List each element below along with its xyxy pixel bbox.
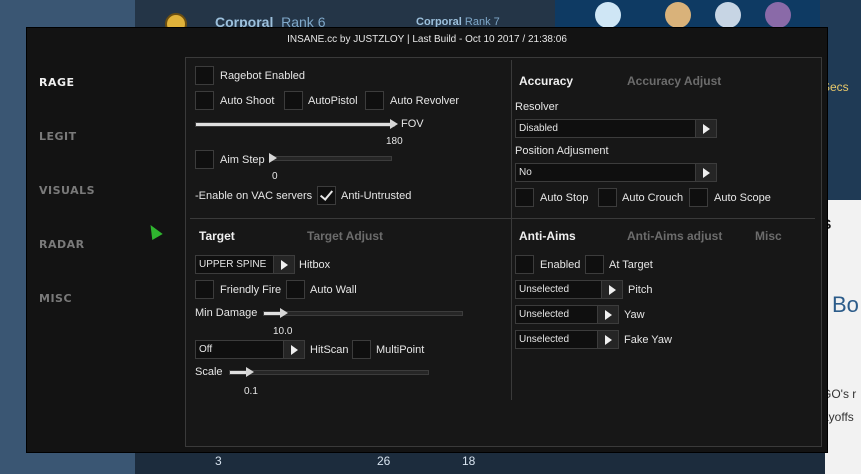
auto-crouch-label: Auto Crouch (622, 192, 684, 204)
scale-slider[interactable] (229, 367, 429, 377)
vac-note: -Enable on VAC servers (195, 190, 313, 202)
auto-pistol-checkbox[interactable] (284, 91, 303, 110)
anti-untrusted-label: Anti-Untrusted (341, 190, 412, 202)
position-adjustment-value: No (519, 167, 532, 178)
rage-panel: Ragebot Enabled Auto Shoot AutoPistol Au… (185, 57, 822, 447)
min-damage-value: 10.0 (273, 326, 293, 337)
antiaim-enabled-checkbox[interactable] (515, 255, 534, 274)
fov-slider[interactable] (195, 119, 398, 129)
pitch-value: Unselected (519, 284, 570, 295)
multipoint-label: MultiPoint (376, 344, 425, 356)
auto-scope-label: Auto Scope (714, 192, 771, 204)
hitbox-label: Hitbox (299, 259, 331, 271)
tab-accuracy[interactable]: Accuracy (519, 74, 573, 88)
position-adjustment-label: Position Adjusment (515, 145, 609, 157)
like-count: 18 (462, 454, 476, 468)
tab-misc[interactable]: Misc (755, 229, 782, 243)
auto-shoot-checkbox[interactable] (195, 91, 214, 110)
sidebar-item-misc[interactable]: MISC (39, 292, 72, 305)
store-item-icon (765, 2, 791, 28)
scale-value: 0.1 (244, 386, 258, 397)
auto-crouch-checkbox[interactable] (598, 188, 617, 207)
window-title[interactable]: INSANE.cc by JUSTZLOY | Last Build - Oct… (27, 28, 827, 52)
resolver-dropdown[interactable]: Disabled (515, 119, 717, 138)
auto-revolver-label: Auto Revolver (390, 95, 460, 107)
mouse-cursor-icon (145, 221, 163, 241)
hitbox-value: UPPER SPINE (199, 259, 267, 270)
hitscan-value: Off (199, 344, 213, 355)
background-rank-bar: Corporal Rank 6 Corporal Rank 7 (135, 0, 555, 35)
fake-yaw-label: Fake Yaw (624, 334, 672, 346)
sidebar-item-legit[interactable]: LEGIT (39, 130, 77, 143)
fake-yaw-dropdown[interactable]: Unselected (515, 330, 619, 349)
pitch-label: Pitch (628, 284, 653, 296)
friendly-fire-checkbox[interactable] (195, 280, 214, 299)
section-divider (190, 218, 815, 219)
ragebot-enabled-checkbox[interactable] (195, 66, 214, 85)
play-arrow-icon (283, 341, 304, 358)
tab-target-adjust[interactable]: Target Adjust (307, 229, 383, 243)
anti-untrusted-checkbox[interactable] (317, 186, 336, 205)
play-arrow-icon (601, 281, 622, 298)
auto-stop-checkbox[interactable] (515, 188, 534, 207)
hitscan-label: HitScan (310, 344, 349, 356)
tab-anti-aims[interactable]: Anti-Aims (519, 229, 576, 243)
side-text: Bo (832, 292, 859, 317)
fov-value: 180 (386, 136, 403, 147)
auto-revolver-checkbox[interactable] (365, 91, 384, 110)
play-arrow-icon (695, 120, 716, 137)
background-store-strip (555, 0, 820, 30)
comment-count: 3 (215, 454, 222, 468)
yaw-label: Yaw (624, 309, 645, 321)
view-count: 26 (377, 454, 391, 468)
resolver-value: Disabled (519, 123, 558, 134)
auto-scope-checkbox[interactable] (689, 188, 708, 207)
sidebar-item-rage[interactable]: RAGE (39, 76, 75, 89)
aim-step-value: 0 (272, 171, 278, 182)
aim-step-label: Aim Step (220, 154, 265, 166)
at-target-checkbox[interactable] (585, 255, 604, 274)
sidebar-item-visuals[interactable]: VISUALS (39, 184, 95, 197)
menu-window: INSANE.cc by JUSTZLOY | Last Build - Oct… (26, 27, 828, 453)
play-arrow-icon (273, 256, 294, 273)
auto-shoot-label: Auto Shoot (220, 95, 275, 107)
hitscan-dropdown[interactable]: Off (195, 340, 305, 359)
resolver-label: Resolver (515, 101, 559, 113)
ragebot-enabled-label: Ragebot Enabled (220, 70, 306, 82)
tab-target[interactable]: Target (199, 229, 235, 243)
pitch-dropdown[interactable]: Unselected (515, 280, 623, 299)
sidebar: RAGE LEGIT VISUALS RADAR MISC (27, 52, 185, 452)
auto-pistol-label: AutoPistol (308, 95, 358, 107)
store-item-icon (665, 2, 691, 28)
column-divider (511, 60, 512, 400)
play-arrow-icon (695, 164, 716, 181)
hitbox-dropdown[interactable]: UPPER SPINE (195, 255, 295, 274)
aim-step-slider[interactable] (269, 153, 392, 163)
aim-step-checkbox[interactable] (195, 150, 214, 169)
play-arrow-icon (597, 306, 618, 323)
friendly-fire-label: Friendly Fire (220, 284, 282, 296)
auto-stop-label: Auto Stop (540, 192, 589, 204)
scale-label: Scale (195, 366, 223, 378)
min-damage-slider[interactable] (263, 308, 463, 318)
fov-label: FOV (401, 118, 424, 130)
tab-anti-aims-adjust[interactable]: Anti-Aims adjust (627, 229, 722, 243)
auto-wall-checkbox[interactable] (286, 280, 305, 299)
tab-accuracy-adjust[interactable]: Accuracy Adjust (627, 74, 721, 88)
multipoint-checkbox[interactable] (352, 340, 371, 359)
play-arrow-icon (597, 331, 618, 348)
background-bottom-bar: 3 26 18 (135, 450, 825, 474)
fake-yaw-value: Unselected (519, 334, 570, 345)
store-item-icon (595, 2, 621, 28)
antiaim-enabled-label: Enabled (540, 259, 581, 271)
yaw-value: Unselected (519, 309, 570, 320)
min-damage-label: Min Damage (195, 307, 258, 319)
store-item-icon (715, 2, 741, 28)
sidebar-item-radar[interactable]: RADAR (39, 238, 85, 251)
yaw-dropdown[interactable]: Unselected (515, 305, 619, 324)
at-target-label: At Target (609, 259, 653, 271)
auto-wall-label: Auto Wall (310, 284, 357, 296)
position-adjustment-dropdown[interactable]: No (515, 163, 717, 182)
